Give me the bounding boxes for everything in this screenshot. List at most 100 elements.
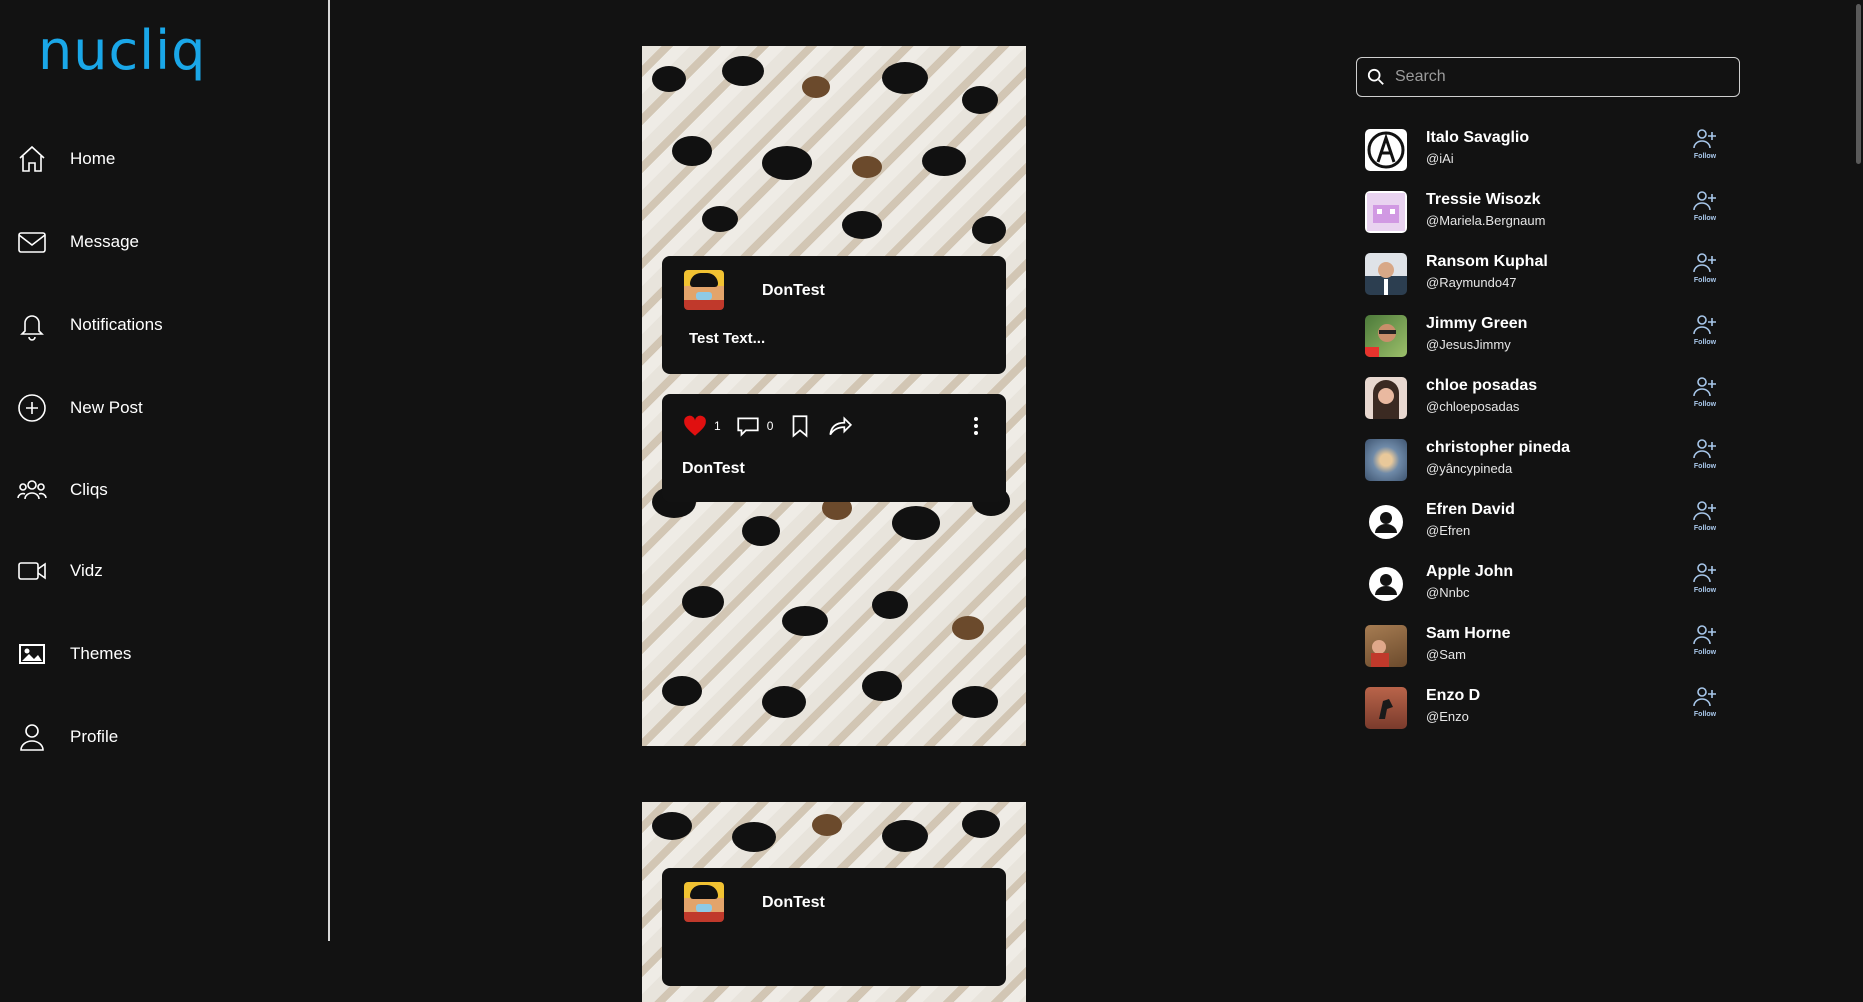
nav-item-cliqs[interactable]: Cliqs: [16, 470, 296, 510]
add-user-icon: [1693, 191, 1716, 211]
user-handle: @Enzo: [1426, 709, 1469, 724]
post-author-avatar[interactable]: [684, 882, 724, 922]
nav-item-home[interactable]: Home: [16, 139, 296, 179]
follow-label: Follow: [1693, 587, 1717, 594]
comment-count: 0: [766, 419, 774, 433]
follow-button[interactable]: Follow: [1690, 562, 1720, 594]
default-avatar-icon[interactable]: [1365, 501, 1407, 543]
follow-button[interactable]: Follow: [1690, 252, 1720, 284]
like-count: 1: [714, 419, 721, 433]
user-name[interactable]: christopher pineda: [1426, 439, 1570, 457]
avatar[interactable]: [1365, 129, 1407, 171]
user-name[interactable]: chloe posadas: [1426, 377, 1537, 395]
pattern-spot: [762, 146, 812, 180]
user-handle: @Mariela.Bergnaum: [1426, 213, 1546, 228]
avatar[interactable]: [1365, 625, 1407, 667]
user-name[interactable]: Enzo D: [1426, 687, 1480, 705]
mail-icon: [18, 232, 46, 253]
follow-button[interactable]: Follow: [1690, 686, 1720, 718]
pattern-spot: [802, 76, 830, 98]
nav-label: Themes: [70, 644, 132, 663]
list-item: Sam Horne @Sam Follow: [1365, 621, 1725, 671]
nav-label: Profile: [70, 727, 119, 746]
image-icon: [19, 644, 45, 664]
user-handle: @iAi: [1426, 151, 1454, 166]
nav-item-notifications[interactable]: Notifications: [16, 305, 296, 345]
nav-label: New Post: [70, 398, 143, 417]
pattern-spot: [722, 56, 764, 86]
follow-label: Follow: [1693, 215, 1717, 222]
follow-button[interactable]: Follow: [1690, 500, 1720, 532]
add-user-icon: [1693, 563, 1716, 583]
default-avatar-icon[interactable]: [1365, 563, 1407, 605]
add-user-icon: [1693, 129, 1716, 149]
comment-button[interactable]: 0: [735, 413, 774, 439]
nav-item-themes[interactable]: Themes: [16, 634, 296, 674]
search-input[interactable]: [1393, 67, 1727, 87]
nav-item-new-post[interactable]: New Post: [16, 388, 296, 428]
follow-label: Follow: [1693, 711, 1717, 718]
avatar[interactable]: [1365, 315, 1407, 357]
follow-button[interactable]: Follow: [1690, 438, 1720, 470]
follow-label: Follow: [1693, 339, 1717, 346]
avatar[interactable]: [1365, 253, 1407, 295]
follow-button[interactable]: Follow: [1690, 624, 1720, 656]
follow-button[interactable]: Follow: [1690, 376, 1720, 408]
post-footer-username[interactable]: DonTest: [682, 460, 745, 478]
avatar[interactable]: [1365, 191, 1407, 233]
pattern-spot: [952, 616, 984, 640]
user-name[interactable]: Italo Savaglio: [1426, 129, 1529, 147]
nav-label: Vidz: [70, 561, 103, 580]
follow-label: Follow: [1693, 649, 1717, 656]
nav-item-message[interactable]: Message: [16, 222, 296, 262]
add-user-icon: [1693, 377, 1716, 397]
post-header-card: DonTest: [662, 868, 1006, 986]
follow-button[interactable]: Follow: [1690, 314, 1720, 346]
nav-item-vidz[interactable]: Vidz: [16, 551, 296, 591]
pattern-spot: [882, 62, 928, 94]
comment-icon: [737, 417, 759, 437]
follow-button[interactable]: Follow: [1690, 190, 1720, 222]
post-author-avatar[interactable]: [684, 270, 724, 310]
user-handle: @Sam: [1426, 647, 1466, 662]
add-user-icon: [1693, 315, 1716, 335]
user-name[interactable]: Sam Horne: [1426, 625, 1510, 643]
more-options-icon[interactable]: [974, 414, 980, 438]
avatar[interactable]: [1365, 439, 1407, 481]
pattern-spot: [952, 686, 998, 718]
list-item: Enzo D @Enzo Follow: [1365, 683, 1725, 733]
share-icon: [829, 416, 853, 436]
nucliq-logo[interactable]: nucliq: [38, 24, 206, 78]
list-item: Tressie Wisozk @Mariela.Bergnaum Follow: [1365, 187, 1725, 237]
post-text: Test Text...: [689, 330, 766, 347]
user-name[interactable]: Efren David: [1426, 501, 1515, 519]
pattern-spot: [702, 206, 738, 232]
nav-label: Home: [70, 149, 116, 168]
follow-button[interactable]: Follow: [1690, 128, 1720, 160]
list-item: Ransom Kuphal @Raymundo47 Follow: [1365, 249, 1725, 299]
pattern-spot: [862, 671, 902, 701]
post-username[interactable]: DonTest: [762, 894, 825, 912]
avatar[interactable]: [1365, 377, 1407, 419]
nav-label: Message: [70, 232, 139, 251]
bookmark-button[interactable]: [787, 413, 813, 439]
avatar[interactable]: [1365, 687, 1407, 729]
user-handle: @Efren: [1426, 523, 1471, 538]
bookmark-icon: [793, 415, 808, 438]
nav-item-profile[interactable]: Profile: [16, 717, 296, 757]
list-item: Efren David @Efren Follow: [1365, 497, 1725, 547]
user-handle: @Nnbc: [1426, 585, 1470, 600]
post-username[interactable]: DonTest: [762, 282, 825, 300]
scrollbar[interactable]: [1853, 0, 1863, 941]
like-button[interactable]: 1: [682, 413, 721, 439]
scrollbar-thumb[interactable]: [1856, 4, 1861, 164]
share-button[interactable]: [827, 413, 853, 439]
pattern-spot: [962, 810, 1000, 838]
user-name[interactable]: Jimmy Green: [1426, 315, 1527, 333]
add-user-icon: [1693, 439, 1716, 459]
user-name[interactable]: Tressie Wisozk: [1426, 191, 1541, 209]
user-name[interactable]: Apple John: [1426, 563, 1513, 581]
list-item: chloe posadas @chloeposadas Follow: [1365, 373, 1725, 423]
user-name[interactable]: Ransom Kuphal: [1426, 253, 1548, 271]
user-handle: @JesusJimmy: [1426, 337, 1511, 352]
